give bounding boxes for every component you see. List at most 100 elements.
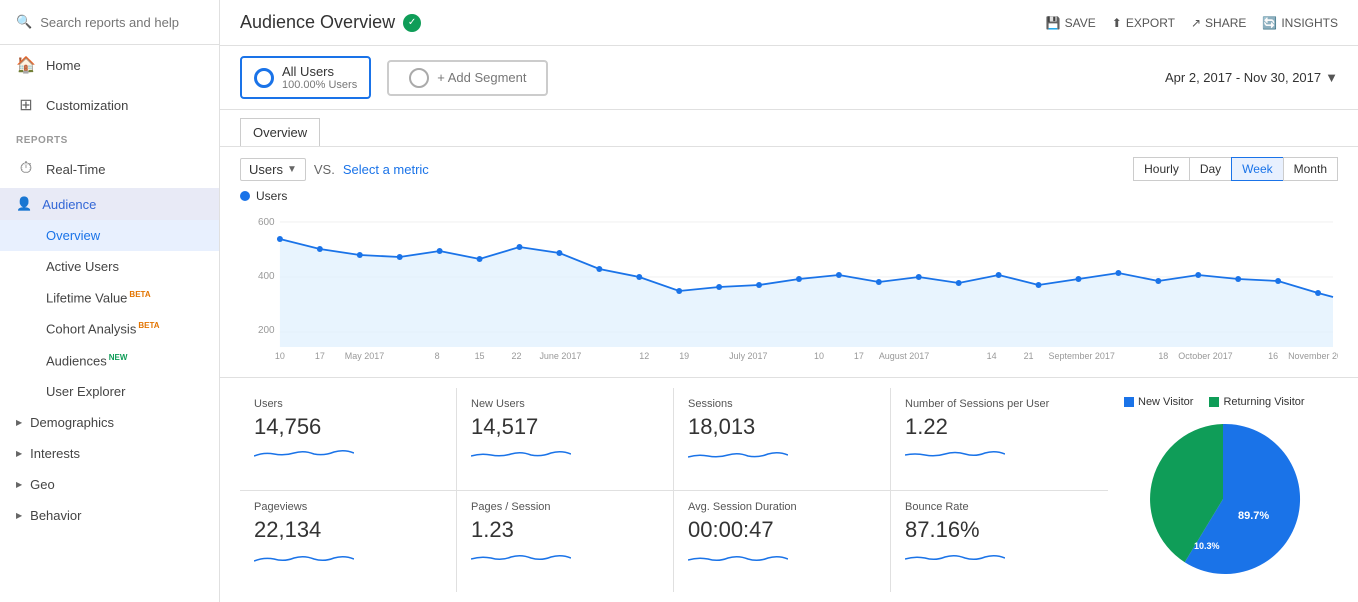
pie-legend: New Visitor Returning Visitor — [1124, 396, 1305, 408]
svg-text:8: 8 — [435, 351, 440, 361]
add-segment-circle — [409, 68, 429, 88]
metric-dropdown[interactable]: Users ▼ — [240, 158, 306, 181]
month-button[interactable]: Month — [1283, 157, 1338, 181]
returning-visitor-dot — [1209, 397, 1219, 407]
all-users-segment[interactable]: All Users 100.00% Users — [240, 56, 371, 99]
svg-text:10: 10 — [814, 351, 824, 361]
sidebar-item-customization[interactable]: ⊞ Customization — [0, 85, 219, 125]
sidebar-item-demographics[interactable]: ▶ Demographics — [0, 407, 219, 438]
svg-text:10: 10 — [275, 351, 285, 361]
stats-grid: Users 14,756 New Users 14,517 Sessions 1… — [240, 388, 1108, 592]
segment-bar: All Users 100.00% Users + Add Segment Ap… — [220, 46, 1358, 110]
svg-text:17: 17 — [315, 351, 325, 361]
stat-pages-session: Pages / Session 1.23 — [457, 491, 674, 593]
sidebar-item-home[interactable]: 🏠 Home — [0, 45, 219, 85]
add-segment-button[interactable]: + Add Segment — [387, 60, 548, 96]
triangle-icon-2: ▶ — [16, 449, 22, 458]
share-button[interactable]: ↗ SHARE — [1191, 16, 1246, 30]
metric-selector: Users ▼ VS. Select a metric Hourly Day W… — [240, 157, 1338, 181]
date-range-text: Apr 2, 2017 - Nov 30, 2017 — [1165, 70, 1321, 85]
sidebar-realtime-label: Real-Time — [46, 162, 105, 177]
sidebar: 🔍 🏠 Home ⊞ Customization REPORTS ⏱ Real-… — [0, 0, 220, 602]
sidebar-item-audience[interactable]: 👤 Audience — [0, 188, 219, 220]
export-icon: ⬆ — [1112, 16, 1122, 30]
export-button[interactable]: ⬆ EXPORT — [1112, 16, 1175, 30]
topbar: Audience Overview ✓ 💾 SAVE ⬆ EXPORT ↗ SH… — [220, 0, 1358, 46]
sparkline-new-users — [471, 444, 571, 464]
share-icon: ↗ — [1191, 16, 1201, 30]
search-input[interactable] — [40, 15, 203, 30]
svg-text:July 2017: July 2017 — [729, 351, 767, 361]
svg-text:21: 21 — [1024, 351, 1034, 361]
stat-new-users-label: New Users — [471, 398, 659, 410]
sparkline-sessions — [688, 444, 788, 464]
stat-sessions-value: 18,013 — [688, 414, 876, 440]
sparkline-pageviews — [254, 547, 354, 567]
svg-text:August 2017: August 2017 — [879, 351, 929, 361]
select-metric-link[interactable]: Select a metric — [343, 162, 429, 177]
stat-new-users-value: 14,517 — [471, 414, 659, 440]
sidebar-sub-active-users[interactable]: Active Users — [0, 251, 219, 282]
sidebar-item-geo[interactable]: ▶ Geo — [0, 469, 219, 500]
stat-pv-label: Pageviews — [254, 501, 442, 513]
stat-ps-value: 1.23 — [471, 517, 659, 543]
stat-br-label: Bounce Rate — [905, 501, 1094, 513]
chart-legend: Users — [240, 189, 1338, 203]
sidebar-sub-overview[interactable]: Overview — [0, 220, 219, 251]
sidebar-sub-cohort[interactable]: Cohort AnalysisBETA — [0, 313, 219, 344]
week-button[interactable]: Week — [1231, 157, 1283, 181]
stat-bounce-rate: Bounce Rate 87.16% — [891, 491, 1108, 593]
customization-icon: ⊞ — [16, 95, 36, 115]
date-range-picker[interactable]: Apr 2, 2017 - Nov 30, 2017 ▼ — [1165, 70, 1338, 85]
stat-pv-value: 22,134 — [254, 517, 442, 543]
svg-text:89.7%: 89.7% — [1238, 510, 1269, 522]
tab-overview[interactable]: Overview — [240, 118, 320, 146]
sidebar-sub-user-explorer[interactable]: User Explorer — [0, 376, 219, 407]
sidebar-item-interests[interactable]: ▶ Interests — [0, 438, 219, 469]
beta-badge-2: BETA — [138, 321, 159, 330]
insights-icon: 🔄 — [1262, 16, 1277, 30]
vs-label: VS. — [314, 162, 335, 177]
stat-as-label: Avg. Session Duration — [688, 501, 876, 513]
search-bar[interactable]: 🔍 — [0, 0, 219, 45]
svg-text:17: 17 — [854, 351, 864, 361]
sidebar-home-label: Home — [46, 58, 81, 73]
returning-visitor-legend: Returning Visitor — [1209, 396, 1304, 408]
page-title: Audience Overview ✓ — [240, 12, 421, 33]
insights-button[interactable]: 🔄 INSIGHTS — [1262, 16, 1338, 30]
svg-text:14: 14 — [987, 351, 997, 361]
segment-circle — [254, 68, 274, 88]
line-chart: 600 400 200 — [240, 207, 1338, 367]
search-icon: 🔍 — [16, 14, 32, 30]
sparkline-ps — [471, 547, 571, 567]
stat-users-label: Users — [254, 398, 442, 410]
stat-spu-label: Number of Sessions per User — [905, 398, 1094, 410]
svg-text:18: 18 — [1158, 351, 1168, 361]
svg-text:200: 200 — [258, 325, 275, 336]
sidebar-item-behavior[interactable]: ▶ Behavior — [0, 500, 219, 531]
stat-new-users: New Users 14,517 — [457, 388, 674, 491]
sidebar-item-realtime[interactable]: ⏱ Real-Time — [0, 150, 219, 188]
svg-text:22: 22 — [512, 351, 522, 361]
day-button[interactable]: Day — [1189, 157, 1232, 181]
hourly-button[interactable]: Hourly — [1133, 157, 1190, 181]
sparkline-spu — [905, 444, 1005, 464]
save-button[interactable]: 💾 SAVE — [1046, 16, 1096, 30]
sidebar-sub-audiences[interactable]: AudiencesNEW — [0, 345, 219, 376]
sidebar-sub-lifetime-value[interactable]: Lifetime ValueBETA — [0, 282, 219, 313]
segment-info: All Users 100.00% Users — [282, 64, 357, 91]
stat-ps-label: Pages / Session — [471, 501, 659, 513]
sidebar-customization-label: Customization — [46, 98, 128, 113]
stat-avg-session: Avg. Session Duration 00:00:47 — [674, 491, 891, 593]
stat-users: Users 14,756 — [240, 388, 457, 491]
svg-text:15: 15 — [475, 351, 485, 361]
add-segment-label: + Add Segment — [437, 70, 526, 85]
sparkline-br — [905, 547, 1005, 567]
stats-section: Users 14,756 New Users 14,517 Sessions 1… — [220, 377, 1358, 602]
realtime-icon: ⏱ — [16, 160, 36, 178]
svg-text:September 2017: September 2017 — [1049, 351, 1115, 361]
segment-label: All Users — [282, 64, 357, 79]
stat-as-value: 00:00:47 — [688, 517, 876, 543]
svg-text:16: 16 — [1268, 351, 1278, 361]
new-visitor-dot — [1124, 397, 1134, 407]
